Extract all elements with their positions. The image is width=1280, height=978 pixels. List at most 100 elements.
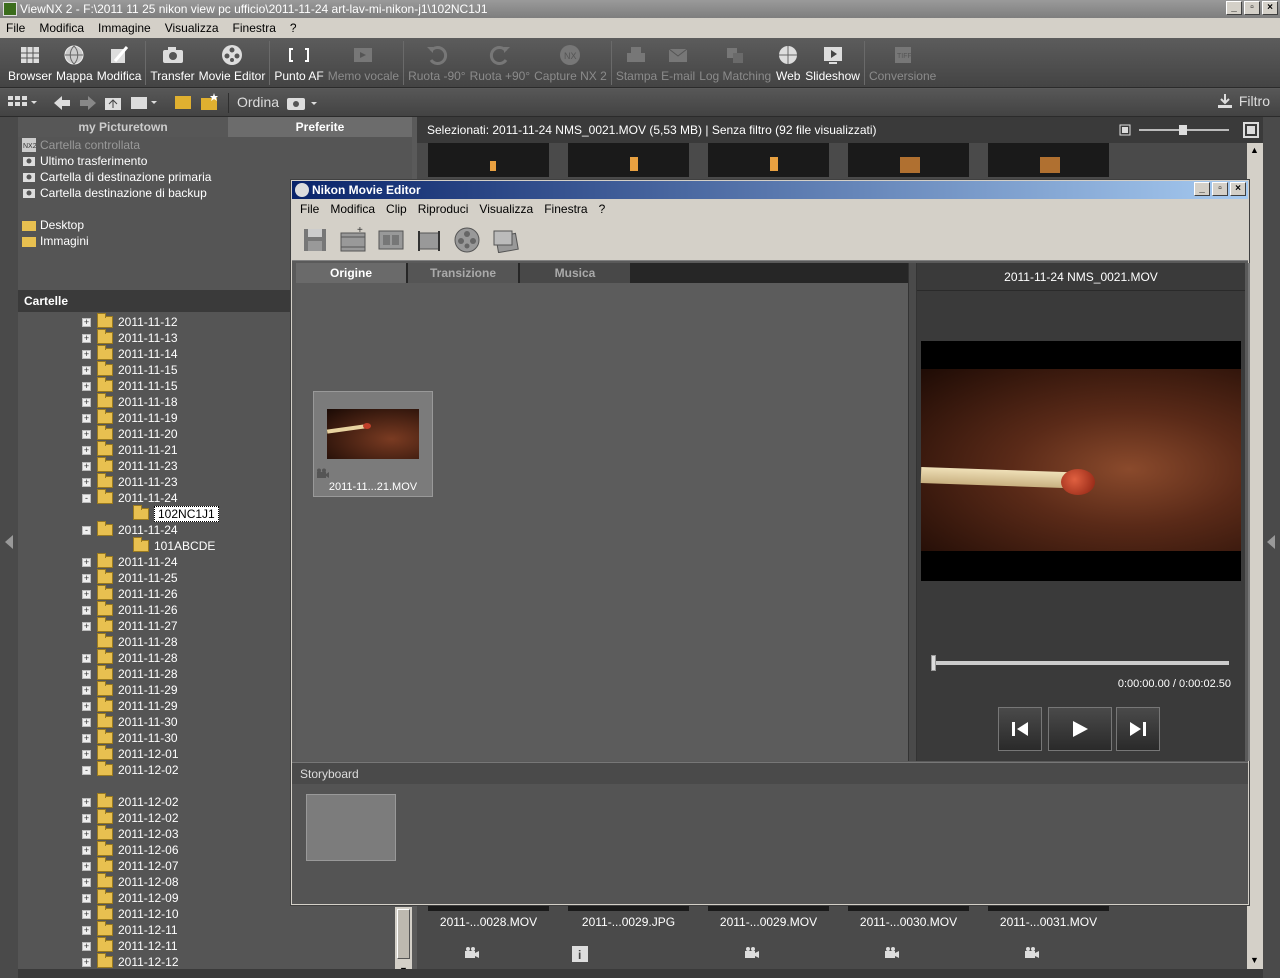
folder-row[interactable]: +2011-11-27 (82, 617, 178, 634)
close-button[interactable]: × (1262, 1, 1278, 15)
folder-row[interactable]: +2011-12-12 (82, 953, 179, 970)
minimize-button[interactable]: _ (1226, 1, 1242, 15)
folder-row[interactable]: 101ABCDE (118, 537, 215, 554)
save-icon[interactable] (300, 225, 330, 255)
expand-icon[interactable]: + (82, 797, 91, 807)
expand-icon[interactable]: + (82, 589, 91, 599)
scroll-up-arrow-icon[interactable]: ▲ (1250, 145, 1259, 155)
folder-row[interactable]: +2011-11-26 (82, 585, 178, 602)
folder-row[interactable]: +2011-12-08 (82, 873, 179, 890)
seek-handle[interactable] (931, 655, 936, 671)
menu-visualizza[interactable]: Visualizza (479, 202, 533, 216)
folder-row[interactable]: +2011-11-30 (82, 713, 178, 730)
browser-button[interactable]: Browser (6, 38, 54, 88)
tab-my-picturetown[interactable]: my Picturetown (18, 117, 228, 137)
expand-icon[interactable]: + (82, 717, 91, 727)
expand-icon[interactable]: + (82, 845, 91, 855)
expand-icon[interactable]: + (82, 381, 91, 391)
mappa-button[interactable]: Mappa (54, 38, 95, 88)
expand-icon[interactable]: + (82, 733, 91, 743)
film-reel-icon[interactable] (452, 225, 482, 255)
sort-camera-dropdown-icon[interactable] (286, 94, 320, 112)
play-button[interactable] (1048, 707, 1112, 751)
folder-row[interactable]: +2011-12-03 (82, 825, 179, 842)
folder-row[interactable]: +2011-12-09 (82, 889, 179, 906)
favorite-destinazione-primaria[interactable]: Cartella di destinazione primaria (22, 170, 211, 184)
folder-row[interactable] (118, 778, 133, 794)
expand-icon[interactable]: + (82, 653, 91, 663)
folder-row[interactable]: +2011-11-18 (82, 393, 178, 410)
collapse-left-arrow-icon[interactable] (5, 535, 13, 549)
expand-icon[interactable]: + (82, 957, 91, 967)
capture-nx-button[interactable]: NX Capture NX 2 (532, 38, 609, 88)
folder-row[interactable]: +2011-11-24 (82, 553, 178, 570)
source-clip[interactable]: 2011-11...21.MOV (313, 391, 433, 497)
menu-immagine[interactable]: Immagine (98, 21, 151, 35)
maximize-button[interactable]: ▫ (1212, 182, 1228, 196)
ruota-sinistra-button[interactable]: Ruota -90° (406, 38, 468, 88)
up-folder-icon[interactable] (104, 94, 124, 112)
web-button[interactable]: Web (773, 38, 803, 88)
forward-arrow-icon[interactable] (78, 94, 98, 112)
email-button[interactable]: E-mail (659, 38, 697, 88)
export-icon[interactable] (490, 225, 520, 255)
seek-bar[interactable] (933, 661, 1229, 665)
transfer-button[interactable]: Transfer (148, 38, 196, 88)
new-clip-icon[interactable]: + (338, 225, 368, 255)
expand-icon[interactable]: + (82, 317, 91, 327)
folder-row[interactable]: +2011-11-19 (82, 409, 178, 426)
tab-preferite[interactable]: Preferite (228, 117, 412, 137)
log-matching-button[interactable]: Log Matching (697, 38, 773, 88)
expand-icon[interactable]: + (82, 621, 91, 631)
folder-row[interactable]: +2011-11-14 (82, 345, 178, 362)
expand-icon[interactable]: + (82, 557, 91, 567)
thumbnail[interactable] (428, 143, 549, 177)
scroll-down-arrow-icon[interactable]: ▼ (1250, 955, 1259, 965)
trim-icon[interactable] (414, 225, 444, 255)
expand-icon[interactable]: + (82, 829, 91, 839)
storyboard-slot[interactable] (306, 794, 396, 861)
thumbnail[interactable] (988, 143, 1109, 177)
folder-icon[interactable] (174, 93, 194, 111)
maximize-button[interactable]: ▫ (1244, 1, 1260, 15)
folder-row[interactable]: +2011-11-29 (82, 697, 178, 714)
thumbnail[interactable] (568, 143, 689, 177)
folder-row[interactable]: +2011-12-07 (82, 857, 179, 874)
view-grid-dropdown-icon[interactable] (8, 94, 38, 112)
expand-icon[interactable]: + (82, 909, 91, 919)
expand-icon[interactable]: + (82, 429, 91, 439)
folder-row[interactable]: +2011-11-15 (82, 377, 178, 394)
expand-icon[interactable]: + (82, 861, 91, 871)
scrollbar-thumb[interactable] (397, 909, 410, 959)
folder-row[interactable]: - 2011-11-24 (82, 489, 178, 506)
modifica-button[interactable]: Modifica (95, 38, 144, 88)
folder-row[interactable]: 2011-11-28 (82, 633, 178, 650)
stampa-button[interactable]: Stampa (614, 38, 659, 88)
expand-icon[interactable]: + (82, 925, 91, 935)
punto-af-button[interactable]: Punto AF (272, 38, 325, 88)
folder-row[interactable]: +2011-11-28 (82, 649, 178, 666)
tab-origine[interactable]: Origine (296, 263, 406, 283)
folder-row[interactable]: +2011-11-29 (82, 681, 178, 698)
expand-icon[interactable]: + (82, 445, 91, 455)
menu-visualizza[interactable]: Visualizza (165, 21, 219, 35)
memo-vocale-button[interactable]: Memo vocale (326, 38, 401, 88)
thumbnail[interactable] (708, 143, 829, 177)
thumbnail-filename[interactable]: 2011-...0030.MOV (848, 915, 969, 929)
folder-row[interactable]: +2011-12-01 (82, 745, 179, 762)
expand-icon[interactable]: + (82, 477, 91, 487)
panel-splitter[interactable] (908, 263, 917, 761)
collapse-icon[interactable]: - (82, 765, 91, 775)
menu-finestra[interactable]: Finestra (233, 21, 276, 35)
folder-row[interactable]: +2011-11-12 (82, 313, 178, 330)
expand-icon[interactable]: + (82, 893, 91, 903)
folder-row[interactable]: +2011-11-23 (82, 473, 178, 490)
expand-icon[interactable]: + (82, 813, 91, 823)
menu-file[interactable]: File (300, 202, 319, 216)
labels-dropdown-icon[interactable] (130, 94, 160, 112)
expand-icon[interactable]: + (82, 413, 91, 423)
filter-button[interactable]: Filtro (1217, 93, 1270, 109)
minimize-button[interactable]: _ (1194, 182, 1210, 196)
next-frame-button[interactable] (1116, 707, 1160, 751)
menu-finestra[interactable]: Finestra (544, 202, 587, 216)
